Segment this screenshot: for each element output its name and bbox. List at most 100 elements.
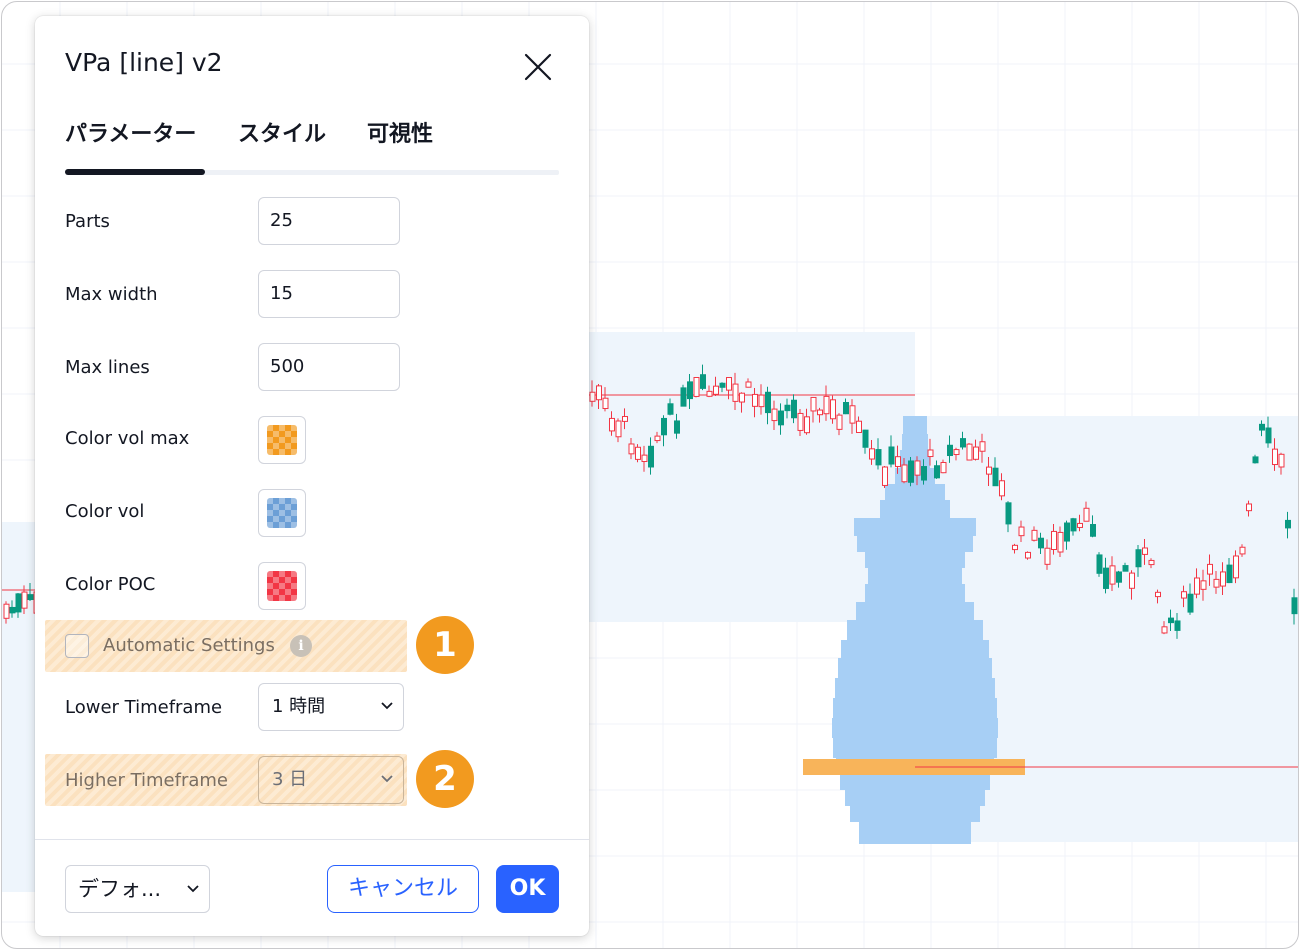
candle-body <box>635 446 641 460</box>
color-poc-swatch[interactable] <box>258 562 306 610</box>
candle-body <box>1233 555 1239 579</box>
higher-timeframe-select[interactable]: 3 日 <box>258 756 404 804</box>
candle-body <box>9 606 16 614</box>
volume-profile-bar <box>885 484 945 500</box>
active-tab-indicator <box>65 169 205 175</box>
close-button[interactable] <box>521 50 555 84</box>
candle-body <box>21 591 28 609</box>
ok-button[interactable]: OK <box>496 865 559 913</box>
candle-body <box>1148 559 1155 566</box>
candle-body <box>602 397 609 410</box>
automatic-settings-checkbox[interactable] <box>65 634 89 658</box>
candle-body <box>1259 423 1265 431</box>
candle-body <box>869 448 875 460</box>
max-width-input[interactable]: 15 <box>258 270 400 318</box>
automatic-settings-label: Automatic Settings <box>103 635 275 656</box>
color-vol-swatch[interactable] <box>258 489 306 537</box>
candle-body <box>628 443 635 455</box>
candle-body <box>1252 456 1259 464</box>
candle-body <box>934 465 940 479</box>
candle-body <box>1005 502 1012 525</box>
candle-body <box>732 383 739 402</box>
candle-body <box>1291 597 1298 615</box>
candle-body <box>615 420 622 438</box>
candle-body <box>680 387 687 407</box>
color-vol-preview <box>267 498 297 528</box>
volume-profile-bar <box>903 416 927 434</box>
tab-style[interactable]: スタイル <box>238 116 326 162</box>
candle-body <box>1122 565 1129 572</box>
parts-input[interactable]: 25 <box>258 197 400 245</box>
candle-body <box>674 420 680 434</box>
candle-body <box>1018 526 1025 537</box>
range-box <box>588 332 915 622</box>
callout-badge-2: 2 <box>416 750 474 808</box>
volume-profile-bar <box>841 640 989 658</box>
color-vol-max-swatch[interactable] <box>258 416 306 464</box>
candle-body <box>752 393 758 407</box>
volume-profile-bar <box>838 658 992 678</box>
candle-body <box>1057 531 1064 553</box>
candle-body <box>823 395 830 415</box>
cancel-button[interactable]: キャンセル <box>327 865 479 913</box>
candle-body <box>1070 518 1077 532</box>
info-icon[interactable]: i <box>290 635 312 657</box>
defaults-dropdown[interactable]: デフォ... <box>65 865 210 913</box>
volume-profile-bar <box>880 500 950 518</box>
candle-body <box>979 441 986 452</box>
candle-body <box>765 391 771 414</box>
candle-body <box>15 593 22 613</box>
candle-body <box>1213 578 1220 588</box>
close-icon <box>524 53 552 81</box>
volume-profile-bar <box>847 620 983 640</box>
candle-body <box>1090 524 1096 537</box>
volume-profile-bar <box>854 518 976 536</box>
candle-body <box>875 449 882 466</box>
candle-body <box>882 466 888 486</box>
candle-body <box>1181 591 1187 599</box>
color-vol-max-label: Color vol max <box>65 428 190 449</box>
candle-body <box>817 409 823 416</box>
volume-profile-bar <box>840 774 990 790</box>
candle-body <box>609 417 615 432</box>
candle-body <box>921 466 927 481</box>
candle-body <box>693 377 700 397</box>
dialog-title: VPa [line] v2 <box>65 48 223 77</box>
candle-body <box>1083 507 1090 522</box>
candle-body <box>862 429 869 448</box>
candle-body <box>1220 571 1226 587</box>
candle-body <box>1207 563 1213 575</box>
candle-body <box>654 435 661 442</box>
candle-body <box>1096 554 1103 574</box>
candle-body <box>836 414 843 430</box>
tab-parameters[interactable]: パラメーター <box>65 116 196 162</box>
candle-body <box>1174 620 1181 631</box>
candle-body <box>784 404 791 412</box>
candle-body <box>1077 522 1083 528</box>
candle-body <box>908 460 914 483</box>
candle-body <box>667 403 674 415</box>
tab-visibility[interactable]: 可視性 <box>367 116 433 162</box>
candle-body <box>758 394 765 408</box>
candle-body <box>648 445 654 468</box>
candle-body <box>992 467 999 487</box>
lower-timeframe-select[interactable]: 1 時間 <box>258 683 404 731</box>
candle-body <box>1142 547 1148 555</box>
max-lines-input[interactable]: 500 <box>258 343 400 391</box>
candle-body <box>622 416 628 422</box>
volume-profile-bar <box>857 536 973 552</box>
color-vol-label: Color vol <box>65 501 145 522</box>
candle-body <box>1129 572 1135 589</box>
candle-body <box>1044 547 1051 565</box>
color-poc-label: Color POC <box>65 574 156 595</box>
candle-body <box>927 449 934 458</box>
candle-body <box>1187 593 1194 613</box>
candle-body <box>1038 537 1044 549</box>
candle-body <box>1109 565 1116 585</box>
candle-body <box>771 408 778 422</box>
candle-body <box>901 464 908 483</box>
candle-body <box>1025 551 1031 559</box>
higher-timeframe-value: 3 日 <box>272 769 308 790</box>
volume-profile-bar <box>850 806 980 822</box>
volume-profile-bar <box>856 602 974 620</box>
